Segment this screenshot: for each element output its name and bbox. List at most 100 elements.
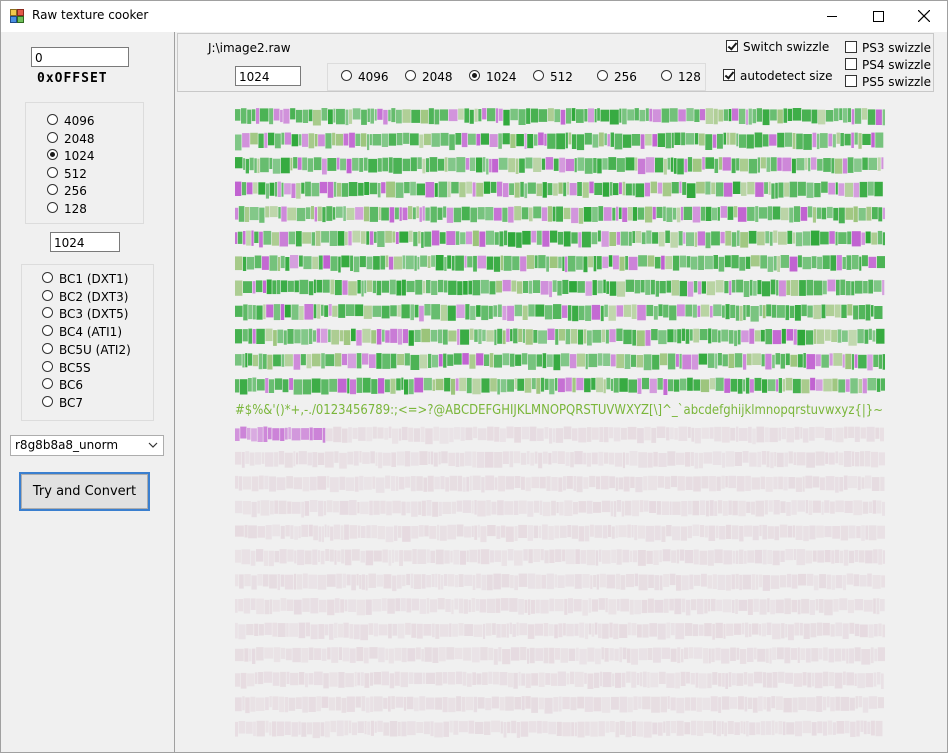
texture-glyph-block [392,428,399,444]
texture-glyph-block [462,500,471,513]
texture-glyph-block [483,181,491,194]
texture-glyph-block [246,230,251,246]
texture-glyph-block [845,281,851,296]
texture-glyph-block [447,354,454,366]
texture-glyph-block [631,354,636,367]
texture-glyph-block [439,647,446,662]
texture-glyph-block [776,452,784,468]
texture-glyph-block [502,133,510,145]
texture-glyph-block [251,476,259,492]
texture-glyph-block [681,598,686,613]
texture-glyph-block [762,549,767,565]
texture-glyph-block [382,452,391,466]
texture-glyph-block [470,305,476,320]
texture-glyph-block [763,696,767,710]
texture-glyph-block [709,476,716,492]
texture-glyph-block [592,207,598,222]
texture-glyph-block [708,550,714,566]
texture-glyph-block [305,207,311,219]
texture-glyph-block [868,256,877,268]
texture-glyph-block [505,696,514,711]
texture-glyph-block [472,672,476,685]
texture-glyph-block [760,476,765,490]
maximize-button[interactable] [855,1,901,32]
texture-glyph-block [368,573,376,588]
texture-glyph-block [386,181,395,198]
texture-glyph-block [833,599,839,612]
texture-glyph-block [419,207,422,222]
minimize-button[interactable] [809,1,855,32]
texture-glyph-block [751,477,760,490]
texture-glyph-block [302,232,311,244]
texture-glyph-block [420,426,425,442]
texture-glyph-block [604,427,609,443]
texture-glyph-block [287,549,294,562]
texture-glyph-block [732,599,735,613]
texture-glyph-block [715,182,724,197]
texture-glyph-block [613,427,621,442]
texture-glyph-block [780,255,789,268]
texture-glyph-block [274,378,283,390]
texture-glyph-block [860,427,866,439]
texture-glyph-block [437,207,443,220]
texture-glyph-block [520,181,524,197]
texture-glyph-block [699,133,705,146]
texture-glyph-block [280,525,285,539]
texture-glyph-block [474,329,478,342]
texture-glyph-block [428,353,432,368]
texture-glyph-block [530,599,536,614]
pixel-format-select[interactable]: r8g8b8a8_unorm [10,435,164,456]
texture-glyph-block [350,255,353,271]
texture-glyph-block [558,378,565,393]
texture-glyph-block [525,696,531,709]
texture-glyph-block [366,280,373,292]
texture-glyph-block [253,182,258,194]
texture-glyph-block [448,452,456,466]
texture-glyph-block [538,255,546,269]
texture-glyph-block [652,232,659,244]
texture-glyph-block [301,524,309,537]
texture-glyph-block [264,647,274,659]
texture-glyph-block [663,598,669,613]
close-button[interactable] [901,1,947,32]
texture-glyph-block [663,379,668,395]
texture-glyph-block [574,623,579,636]
offset-input[interactable]: 0 [31,47,129,67]
top-size-input[interactable]: 1024 [235,66,301,86]
texture-glyph-block [748,426,752,443]
size-input[interactable]: 1024 [50,232,120,252]
texture-glyph-block [256,305,263,320]
ps3-swizzle-box [845,41,857,53]
texture-glyph-block [382,549,388,563]
texture-glyph-block [435,672,443,686]
texture-glyph-block [299,306,304,320]
try-and-convert-button[interactable]: Try and Convert [19,472,150,511]
texture-glyph-block [647,452,653,468]
texture-glyph-block [649,108,653,122]
texture-glyph-block [773,476,778,490]
texture-glyph-block [732,181,741,194]
texture-glyph-block [634,108,639,121]
texture-glyph-block [582,182,589,198]
texture-glyph-block [741,182,747,196]
texture-glyph-block [401,304,410,319]
texture-glyph-block [677,647,681,664]
texture-glyph-block [678,231,683,246]
texture-glyph-block [759,304,763,317]
texture-glyph-block [416,206,419,219]
texture-glyph-block [293,379,303,395]
texture-glyph-block [632,721,637,736]
texture-glyph-block [613,255,619,270]
texture-glyph-block [704,623,712,637]
texture-glyph-block [798,573,807,586]
texture-glyph-block [336,108,345,125]
texture-glyph-block [819,574,826,589]
texture-glyph-block [468,599,471,613]
texture-glyph-block [670,427,674,440]
texture-glyph-block [375,452,378,466]
texture-glyph-block [710,696,718,712]
texture-glyph-block [653,306,658,320]
texture-glyph-block [277,721,285,737]
texture-glyph-block [760,157,766,169]
texture-glyph-block [721,426,730,443]
